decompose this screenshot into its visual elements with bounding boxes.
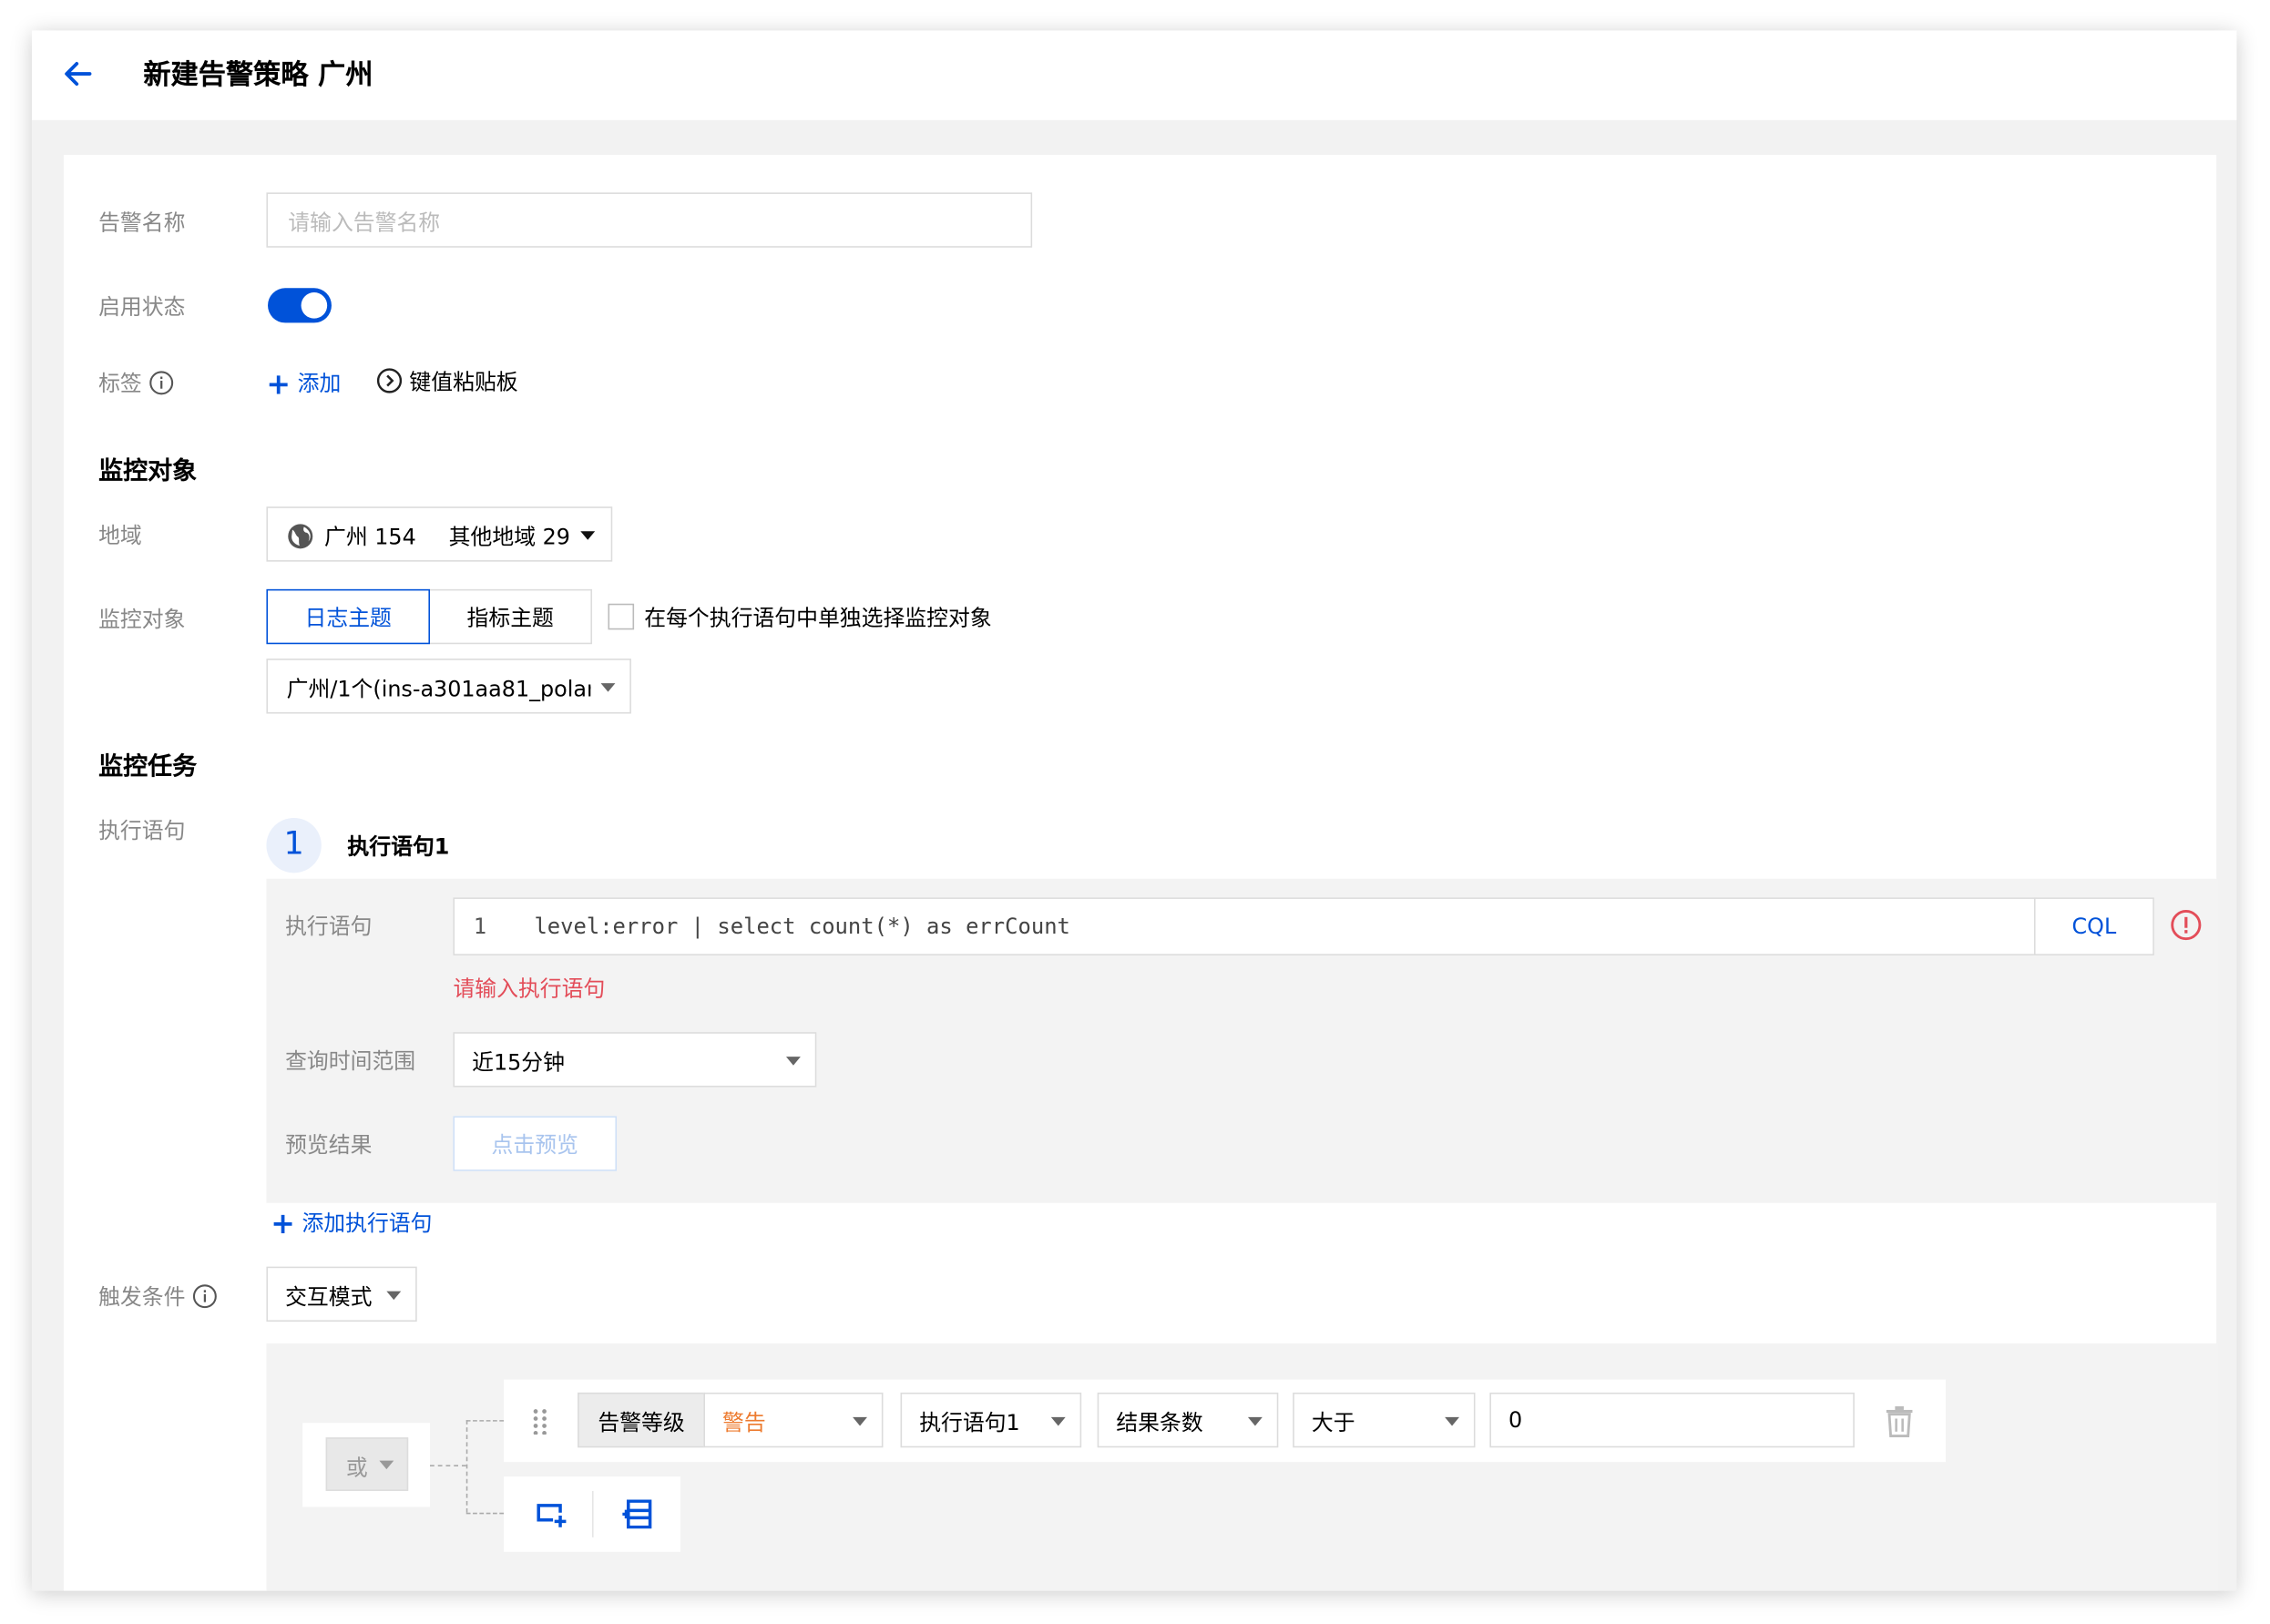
kv-paste-button[interactable]: 键值粘贴板 xyxy=(376,366,518,396)
statement-panel: 执行语句 1 level:error | select count(*) as … xyxy=(266,878,2218,1203)
statement-select[interactable]: 执行语句1 xyxy=(900,1392,1082,1448)
add-statement-label: 添加执行语句 xyxy=(302,1210,433,1237)
chevron-down-icon xyxy=(379,1460,394,1470)
logic-container: 或 xyxy=(302,1423,431,1507)
add-statement-button[interactable]: + 添加执行语句 xyxy=(271,1206,432,1241)
query-text: level:error | select count(*) as errCoun… xyxy=(534,913,1070,940)
chevron-down-icon xyxy=(1247,1416,1263,1426)
add-group-icon[interactable] xyxy=(621,1499,653,1529)
trigger-mode-value: 交互模式 xyxy=(285,1283,373,1311)
monitor-object-label: 监控对象 xyxy=(98,606,186,633)
preview-label: 预览结果 xyxy=(285,1131,373,1159)
syntax-cql-button[interactable]: CQL xyxy=(2033,897,2154,955)
level-prefix: 告警等级 xyxy=(578,1392,705,1448)
logic-value: 或 xyxy=(345,1455,368,1481)
add-tag-label: 添加 xyxy=(297,370,342,397)
alert-level-value: 警告 xyxy=(722,1409,766,1436)
add-condition-icon[interactable] xyxy=(536,1503,568,1529)
alert-level-select[interactable]: 警告 xyxy=(703,1392,884,1448)
chevron-down-icon xyxy=(853,1416,867,1426)
header-spacer xyxy=(31,119,2237,156)
add-tag-button[interactable]: + 添加 xyxy=(266,366,341,401)
page-title: 新建告警策略 广州 xyxy=(143,59,373,92)
region-primary: 广州 154 xyxy=(324,524,416,550)
metric-select-value: 结果条数 xyxy=(1116,1409,1203,1436)
enable-toggle[interactable] xyxy=(268,288,332,323)
chevron-down-icon xyxy=(386,1291,402,1301)
threshold-input[interactable]: 0 xyxy=(1489,1392,1855,1448)
topic-select[interactable]: 广州/1个(ins-a301aa81_polari: xyxy=(266,659,631,714)
per-statement-label: 在每个执行语句中单独选择监控对象 xyxy=(644,605,992,631)
alert-name-placeholder: 请输入告警名称 xyxy=(288,209,441,237)
region-selector[interactable]: 广州 154 其他地域 29 xyxy=(266,506,613,562)
condition-row: 告警等级 警告 执行语句1 结果条数 大于 0 xyxy=(504,1379,1947,1463)
trash-icon[interactable] xyxy=(1885,1405,1914,1438)
operator-select-value: 大于 xyxy=(1311,1409,1355,1436)
tab-metric-topic[interactable]: 指标主题 xyxy=(428,588,593,645)
divider xyxy=(592,1490,594,1537)
metric-select[interactable]: 结果条数 xyxy=(1097,1392,1279,1448)
threshold-value: 0 xyxy=(1508,1406,1523,1434)
query-error-text: 请输入执行语句 xyxy=(453,975,606,1002)
operator-select[interactable]: 大于 xyxy=(1293,1392,1476,1448)
topic-select-value: 广州/1个(ins-a301aa81_polari: xyxy=(286,676,591,702)
info-icon[interactable] xyxy=(148,371,173,395)
query-label: 执行语句 xyxy=(285,913,373,940)
trigger-label-text: 触发条件 xyxy=(98,1283,186,1311)
tags-label: 标签 xyxy=(98,368,173,398)
line-number: 1 xyxy=(473,913,487,940)
trigger-mode-select[interactable]: 交互模式 xyxy=(266,1266,417,1323)
tab-log-topic[interactable]: 日志主题 xyxy=(266,588,431,645)
error-icon xyxy=(2171,910,2202,941)
info-icon[interactable] xyxy=(192,1284,217,1309)
condition-panel: 或 告警等级 警告 执行语句1 结果条数 大于 0 xyxy=(266,1343,2218,1591)
monitor-task-section-title: 监控任务 xyxy=(98,752,198,782)
chevron-down-icon xyxy=(1050,1416,1066,1426)
chevron-down-icon xyxy=(1445,1416,1460,1426)
header-bar: 新建告警策略 广州 xyxy=(31,30,2237,120)
statement-select-value: 执行语句1 xyxy=(919,1409,1020,1436)
step-number-badge: 1 xyxy=(266,817,322,873)
connector-line xyxy=(465,1512,505,1515)
monitor-object-section-title: 监控对象 xyxy=(98,457,198,487)
chevron-down-icon xyxy=(785,1057,801,1066)
app-window: 新建告警策略 广州 告警名称 请输入告警名称 启用状态 标签 + 添加 键值粘贴… xyxy=(31,30,2237,1591)
add-actions-bar xyxy=(504,1476,680,1552)
level-prefix-label: 告警等级 xyxy=(598,1409,685,1436)
region-label: 地域 xyxy=(98,522,142,549)
kv-paste-label: 键值粘贴板 xyxy=(409,369,518,395)
back-arrow-icon[interactable] xyxy=(58,54,99,95)
connector-line xyxy=(430,1465,466,1466)
enable-label: 启用状态 xyxy=(98,293,186,321)
statement-title: 执行语句1 xyxy=(347,833,450,861)
connector-line xyxy=(465,1420,468,1513)
plus-icon: + xyxy=(271,1205,295,1241)
time-range-select[interactable]: 近15分钟 xyxy=(453,1032,817,1088)
per-statement-checkbox[interactable] xyxy=(608,603,635,630)
time-range-label: 查询时间范围 xyxy=(285,1047,416,1075)
connector-line xyxy=(465,1420,505,1422)
alert-name-label: 告警名称 xyxy=(98,209,186,237)
query-editor[interactable]: 1 level:error | select count(*) as errCo… xyxy=(453,897,2038,955)
chevron-circle-icon xyxy=(376,368,403,393)
form-card: 告警名称 请输入告警名称 启用状态 标签 + 添加 键值粘贴板 监控对象 地域 … xyxy=(63,155,2218,1591)
drag-handle-icon[interactable] xyxy=(533,1408,547,1435)
globe-icon xyxy=(288,524,313,549)
preview-button[interactable]: 点击预览 xyxy=(453,1116,618,1171)
alert-name-input[interactable]: 请输入告警名称 xyxy=(266,192,1033,248)
plus-icon: + xyxy=(266,366,291,402)
logic-select[interactable]: 或 xyxy=(325,1437,409,1491)
time-range-value: 近15分钟 xyxy=(472,1049,565,1076)
chevron-down-icon xyxy=(600,683,616,692)
region-other: 其他地域 29 xyxy=(448,524,570,550)
statement-section-label: 执行语句 xyxy=(98,817,186,844)
chevron-down-icon xyxy=(580,531,596,540)
trigger-label: 触发条件 xyxy=(98,1282,217,1312)
tags-label-text: 标签 xyxy=(98,370,142,397)
